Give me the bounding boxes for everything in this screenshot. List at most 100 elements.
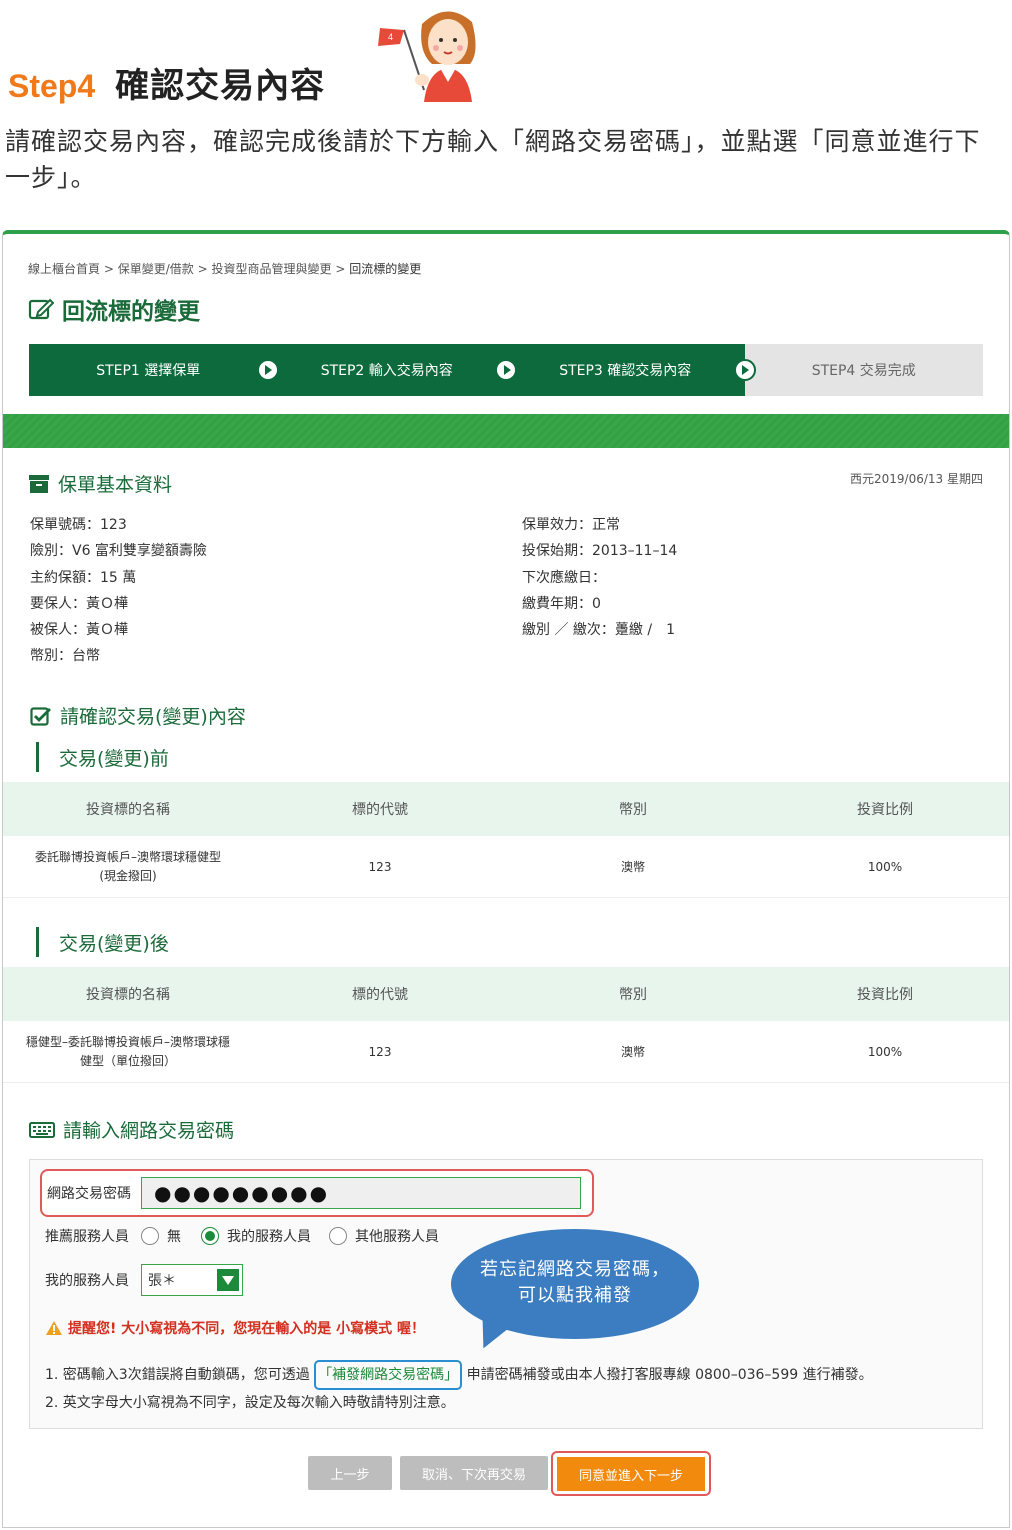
prev-button[interactable]: 上一步	[308, 1456, 392, 1490]
breadcrumb-separator: >	[335, 262, 346, 276]
current-date: 西元2019/06/13 星期四	[850, 472, 983, 486]
step-1: STEP1 選擇保單	[29, 344, 279, 396]
policy-number: 保單號碼：123	[30, 517, 127, 533]
agree-next-button[interactable]: 同意並進入下一步	[557, 1457, 705, 1491]
policy-status: 保單效力：正常	[522, 517, 620, 533]
col-currency: 幣別	[619, 802, 647, 818]
step-2: STEP2 輸入交易內容	[267, 344, 517, 396]
recommend-label: 推薦服務人員	[45, 1229, 129, 1245]
password-notes: 1. 密碼輸入3次錯誤將自動鎖碼，您可透過 「補發網路交易密碼」 申請密碼補發或…	[45, 1360, 873, 1416]
policy-amount: 主約保額：15 萬	[30, 569, 137, 586]
cell-ratio: 100%	[867, 859, 903, 874]
keyboard-icon	[29, 1121, 55, 1138]
page-title-text: 回流標的變更	[62, 299, 200, 325]
radio-other-agent[interactable]	[329, 1227, 347, 1245]
guide-step: Step4	[8, 68, 96, 104]
step-arrow-icon	[495, 359, 517, 381]
radio-other-agent-label[interactable]: 其他服務人員	[355, 1226, 439, 1246]
col-name: 投資標的名稱	[86, 802, 170, 818]
fund-name-line1: 委託聯博投資帳戶–澳幣環球穩健型	[34, 849, 221, 864]
cancel-button[interactable]: 取消、下次再交易	[400, 1456, 548, 1490]
sales-select[interactable]: 張＊	[141, 1264, 243, 1296]
caps-warning: 提醒您! 大小寫視為不同，您現在輸入的是 小寫模式 喔！	[45, 1318, 425, 1338]
radio-my-agent[interactable]	[201, 1227, 219, 1245]
radio-none-label[interactable]: 無	[167, 1226, 181, 1246]
mascot-illustration: 4	[378, 11, 476, 102]
sales-row: 我的服務人員 張＊	[45, 1264, 243, 1296]
col-currency: 幣別	[619, 987, 647, 1003]
breadcrumb-current: 回流標的變更	[349, 262, 422, 276]
callout-line1: 若忘記網路交易密碼，	[480, 1259, 670, 1280]
policy-info-left: 保單號碼：123 險別：V6 富利雙享變額壽險 主約保額：15 萬 要保人：黃Ｏ…	[30, 512, 207, 670]
before-title: 交易(變更)前	[59, 747, 169, 770]
guide-title: Step4 確認交易內容	[8, 58, 325, 107]
after-table: 投資標的名稱 標的代號 幣別 投資比例 穩健型–委託聯博投資帳戶–澳幣環球穩 健…	[3, 967, 1009, 1083]
cell-code: 123	[368, 859, 392, 874]
cell-currency: 澳幣	[620, 1045, 645, 1059]
agree-button-highlight: 同意並進入下一步	[551, 1451, 711, 1496]
breadcrumb-item-policy-change[interactable]: 保單變更/借款	[118, 262, 194, 276]
policy-section-title: 保單基本資料	[58, 474, 173, 496]
edit-icon	[28, 298, 54, 320]
reissue-password-link[interactable]: 「補發網路交易密碼」	[314, 1360, 463, 1390]
password-input[interactable]: ●●●●●●●●●	[141, 1177, 581, 1209]
step-3: STEP3 確認交易內容	[506, 344, 756, 396]
checkbox-check-icon	[30, 706, 51, 726]
policy-pay-years: 繳費年期：0	[522, 595, 601, 612]
caps-warning-text: 提醒您! 大小寫視為不同，您現在輸入的是 小寫模式 喔！	[68, 1321, 426, 1337]
sales-select-value: 張＊	[148, 1273, 176, 1289]
password-section-header: 請輸入網路交易密碼	[29, 1116, 234, 1143]
policy-start-date: 投保始期：2013–11–14	[522, 543, 678, 560]
breadcrumb: 線上櫃台首頁 > 保單變更/借款 > 投資型商品管理與變更 > 回流標的變更	[28, 260, 421, 277]
step-3-label: STEP3 確認交易內容	[559, 363, 692, 379]
callout-line2: 可以點我補發	[518, 1285, 632, 1306]
policy-info-right: 保單效力：正常 投保始期：2013–11–14 下次應繳日： 繳費年期：0 繳別…	[522, 512, 677, 643]
subhead-bar	[36, 927, 39, 957]
table-row: 委託聯博投資帳戶–澳幣環球穩健型 (現金撥回) 123 澳幣 100%	[3, 836, 1009, 898]
col-name: 投資標的名稱	[86, 987, 170, 1003]
col-ratio: 投資比例	[857, 987, 913, 1003]
policy-holder: 要保人：黃Ｏ樺	[30, 595, 128, 612]
policy-pay-mode: 繳別 ／ 繳次：躉繳 / 1	[522, 622, 675, 639]
cell-name: 委託聯博投資帳戶–澳幣環球穩健型 (現金撥回)	[3, 848, 253, 886]
fund-name-line1: 穩健型–委託聯博投資帳戶–澳幣環球穩	[25, 1034, 230, 1049]
breadcrumb-item-home[interactable]: 線上櫃台首頁	[28, 262, 100, 276]
table-header: 投資標的名稱 標的代號 幣別 投資比例	[3, 967, 1009, 1021]
radio-none[interactable]	[141, 1227, 159, 1245]
decorative-band	[3, 414, 1009, 448]
confirm-section-title: 請確認交易(變更)內容	[60, 706, 246, 728]
step-2-label: STEP2 輸入交易內容	[320, 363, 453, 379]
breadcrumb-item-investment[interactable]: 投資型商品管理與變更	[212, 262, 332, 276]
chevron-down-icon[interactable]	[217, 1269, 239, 1291]
policy-type: 險別：V6 富利雙享變額壽險	[30, 543, 207, 560]
fund-name-line2: 健型（單位撥回）	[79, 1053, 176, 1068]
guide-heading: 確認交易內容	[115, 66, 326, 106]
sales-label: 我的服務人員	[45, 1273, 129, 1289]
callout-bubble: 若忘記網路交易密碼， 可以點我補發	[451, 1229, 699, 1339]
step-4-label: STEP4 交易完成	[811, 363, 916, 379]
note-2: 2. 英文字母大小寫視為不同字，設定及每次輸入時敬請特別注意。	[45, 1395, 455, 1411]
cell-ratio: 100%	[867, 1044, 903, 1059]
after-title: 交易(變更)後	[59, 932, 169, 955]
recommend-row: 推薦服務人員 無 我的服務人員 其他服務人員	[45, 1226, 439, 1246]
guide-description: 請確認交易內容，確認完成後請於下方輸入「網路交易密碼」，並點選「同意並進行下一步…	[5, 127, 981, 192]
fund-name-line2: (現金撥回)	[99, 868, 157, 883]
cell-code: 123	[368, 1044, 392, 1059]
policy-insured: 被保人：黃Ｏ樺	[30, 622, 128, 639]
policy-currency: 幣別：台幣	[30, 648, 100, 665]
mascot-flag-number: 4	[388, 32, 393, 42]
radio-my-agent-label[interactable]: 我的服務人員	[227, 1226, 311, 1246]
col-ratio: 投資比例	[857, 802, 913, 818]
note-1: 1. 密碼輸入3次錯誤將自動鎖碼，您可透過 「補發網路交易密碼」 申請密碼補發或…	[45, 1360, 873, 1390]
screenshot-frame: 線上櫃台首頁 > 保單變更/借款 > 投資型商品管理與變更 > 回流標的變更 回…	[2, 230, 1010, 1528]
table-header: 投資標的名稱 標的代號 幣別 投資比例	[3, 782, 1009, 836]
policy-section-header: 保單基本資料	[28, 470, 172, 497]
password-section-title: 請輸入網路交易密碼	[63, 1120, 235, 1142]
before-subhead: 交易(變更)前	[36, 742, 169, 772]
note-1-prefix: 1. 密碼輸入3次錯誤將自動鎖碼，您可透過	[45, 1367, 310, 1383]
step-1-label: STEP1 選擇保單	[96, 363, 201, 379]
step-progress: STEP1 選擇保單 STEP2 輸入交易內容 STEP3 確認交易內容 STE…	[29, 344, 983, 396]
after-subhead: 交易(變更)後	[36, 927, 169, 957]
note-1-suffix: 申請密碼補發或由本人撥打客服專線 0800–036–599 進行補發。	[466, 1367, 873, 1383]
before-table: 投資標的名稱 標的代號 幣別 投資比例 委託聯博投資帳戶–澳幣環球穩健型 (現金…	[3, 782, 1009, 898]
